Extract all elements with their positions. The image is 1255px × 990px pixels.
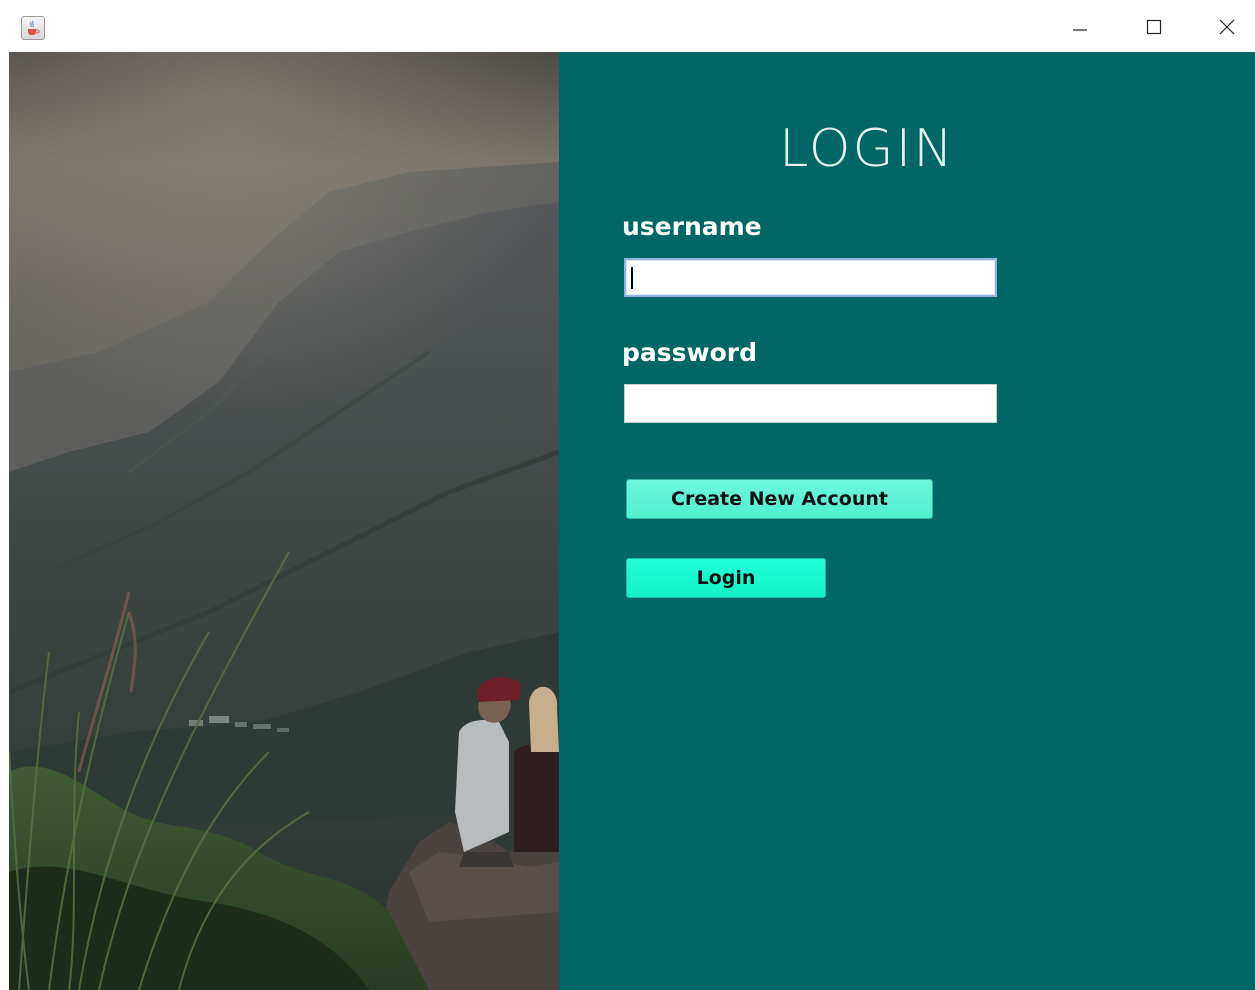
login-title: LOGIN xyxy=(779,119,956,179)
login-button[interactable]: Login xyxy=(626,558,826,598)
background-photo xyxy=(9,52,559,990)
close-icon xyxy=(1219,19,1235,35)
minimize-button[interactable] xyxy=(1050,0,1110,52)
java-coffee-icon[interactable] xyxy=(21,16,45,40)
maximize-icon xyxy=(1146,19,1162,35)
minimize-icon xyxy=(1073,29,1087,31)
maximize-button[interactable] xyxy=(1124,0,1184,52)
title-bar[interactable] xyxy=(0,0,1255,52)
create-account-button[interactable]: Create New Account xyxy=(626,479,933,519)
login-window: LOGIN username password Create New Accou… xyxy=(0,0,1255,990)
login-panel: LOGIN username password Create New Accou… xyxy=(559,52,1255,990)
password-input[interactable] xyxy=(624,384,997,423)
password-label: password xyxy=(622,338,758,367)
username-label: username xyxy=(622,212,762,241)
close-button[interactable] xyxy=(1197,0,1255,52)
username-input[interactable] xyxy=(624,258,997,297)
text-caret xyxy=(631,267,633,289)
